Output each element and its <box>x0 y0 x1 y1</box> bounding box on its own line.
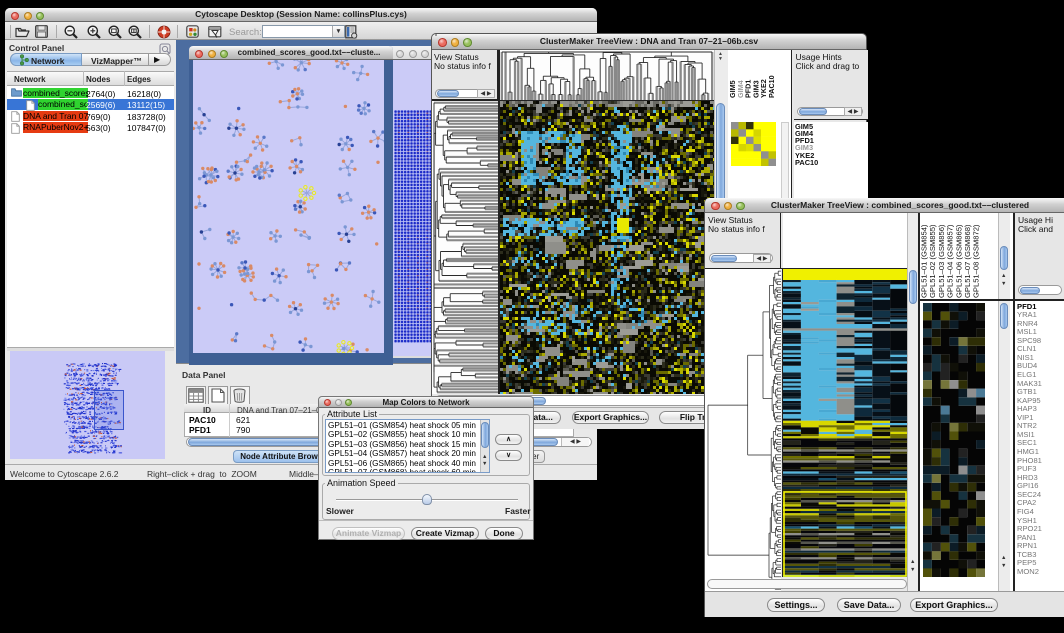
svg-text:GPL51–04 (GSM857): GPL51–04 (GSM857) <box>946 224 955 298</box>
svg-text:GPL51–07 (GSM868): GPL51–07 (GSM868) <box>963 224 972 298</box>
svg-text:GPL51–08 (GSM872): GPL51–08 (GSM872) <box>972 224 981 298</box>
svg-text:GPL51–02 (GSM855): GPL51–02 (GSM855) <box>928 224 937 298</box>
svg-text:GPL51–06 (GSM865): GPL51–06 (GSM865) <box>954 224 963 298</box>
svg-text:PAC10: PAC10 <box>767 75 776 98</box>
svg-text:GPL51–03 (GSM856): GPL51–03 (GSM856) <box>937 224 946 298</box>
